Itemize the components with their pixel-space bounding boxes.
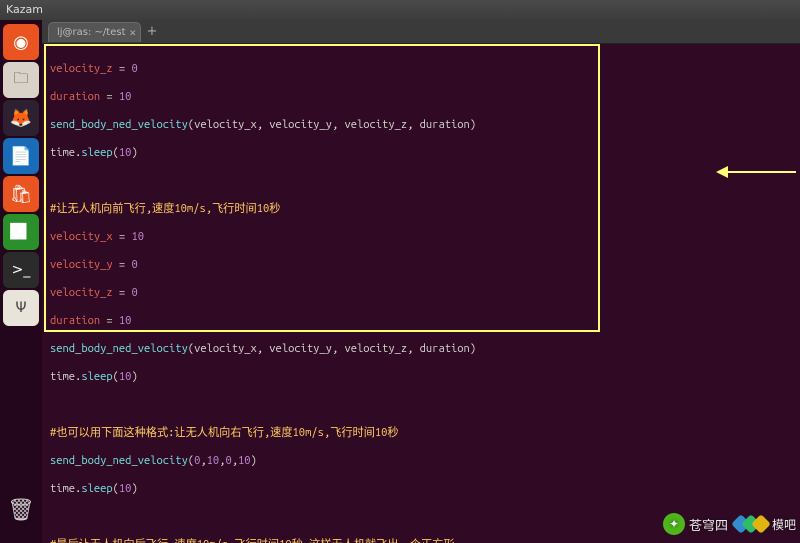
document-icon[interactable]: 📄: [3, 138, 39, 174]
arrow-annotation-icon: [716, 165, 796, 179]
watermark-text-2: 模吧: [772, 516, 796, 533]
dash-icon[interactable]: ◉: [3, 24, 39, 60]
usb-drive-icon[interactable]: Ψ: [3, 290, 39, 326]
wechat-icon: ✦: [663, 513, 685, 535]
calculator-icon[interactable]: █▌: [3, 214, 39, 250]
desktop: ◉ 🗀 🦊 📄 🛍 █▌ >_ Ψ 🗑 lj@ras: ~/test ✕ + v…: [0, 20, 800, 543]
tab-close-icon[interactable]: ✕: [129, 25, 137, 44]
tab-title: lj@ras: ~/test: [57, 27, 126, 38]
window-titlebar: Kazam: [0, 0, 800, 20]
tab-bar: lj@ras: ~/test ✕ +: [42, 20, 800, 44]
launcher: ◉ 🗀 🦊 📄 🛍 █▌ >_ Ψ 🗑: [0, 20, 42, 543]
terminal-window: lj@ras: ~/test ✕ + velocity_z = 0 durati…: [42, 20, 800, 543]
software-center-icon[interactable]: 🛍: [3, 176, 39, 212]
trash-icon[interactable]: 🗑: [3, 492, 39, 528]
code-area[interactable]: velocity_z = 0 duration = 10 send_body_n…: [50, 48, 726, 535]
watermark-text-1: 苍穹四: [689, 515, 728, 534]
files-icon[interactable]: 🗀: [3, 62, 39, 98]
terminal-tab[interactable]: lj@ras: ~/test ✕: [48, 22, 141, 42]
firefox-icon[interactable]: 🦊: [3, 100, 39, 136]
watermark-logo-icon: [734, 513, 770, 535]
watermark: ✦ 苍穹四 模吧: [663, 513, 796, 535]
terminal-icon[interactable]: >_: [3, 252, 39, 288]
new-tab-button[interactable]: +: [147, 24, 158, 39]
